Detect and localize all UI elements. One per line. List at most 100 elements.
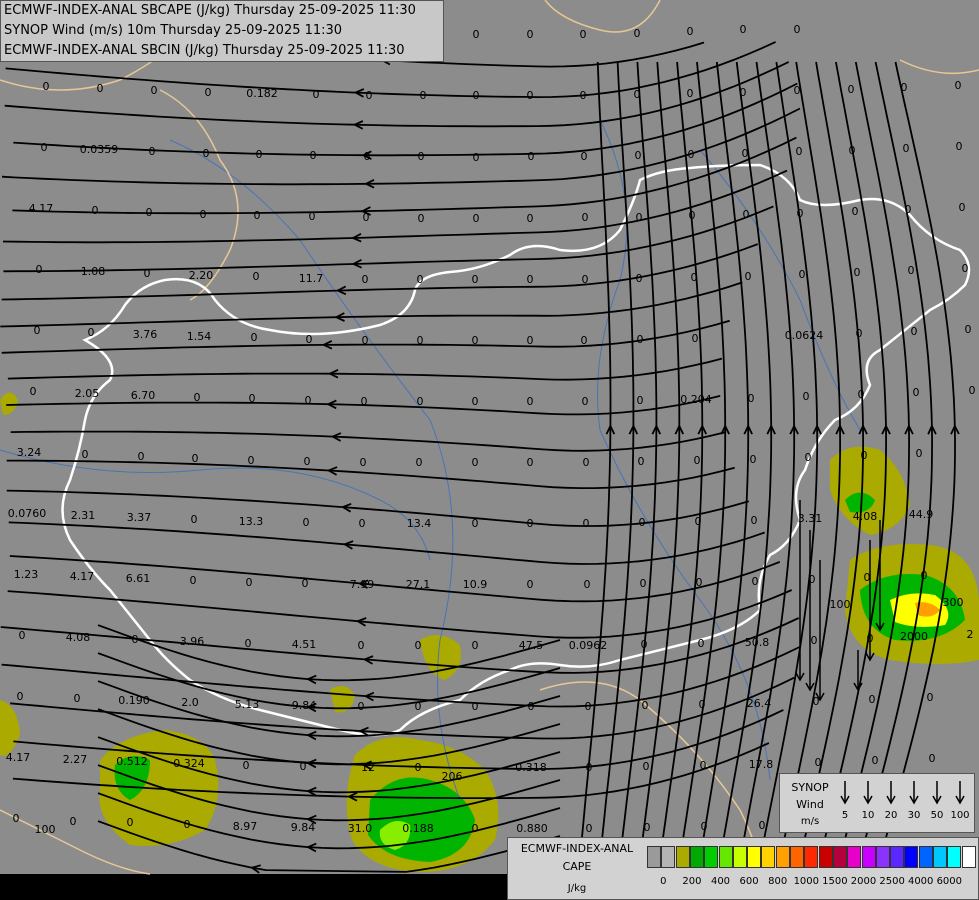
cape-value-label: 0: [527, 273, 534, 286]
cape-value-label: 0: [305, 394, 312, 407]
cape-value-label: 0: [309, 210, 316, 223]
cape-value-label: 0: [43, 80, 50, 93]
cape-value-label: 0: [691, 271, 698, 284]
cape-value-label: 0: [200, 208, 207, 221]
cape-value-label: 0: [583, 517, 590, 530]
cape-value-label: 0: [417, 395, 424, 408]
cape-value-label: 0: [472, 822, 479, 835]
cape-value-label: 0: [854, 266, 861, 279]
cape-value-label: 8.97: [233, 820, 258, 833]
cape-value-label: 0: [149, 145, 156, 158]
cape-value-label: 0: [473, 28, 480, 41]
cape-value-label: 0: [527, 89, 534, 102]
cape-value-label: 0: [418, 212, 425, 225]
cape-value-label: 0: [306, 333, 313, 346]
title-box: ECMWF-INDEX-ANAL SBCAPE (J/kg) Thursday …: [0, 0, 444, 62]
cape-tick-label: 2000: [850, 876, 877, 887]
cape-color-swatch: [704, 846, 719, 868]
cape-value-label: 0: [799, 268, 806, 281]
cape-value-label: 0: [205, 86, 212, 99]
cape-value-label: 0: [750, 453, 757, 466]
cape-value-label: 0: [472, 395, 479, 408]
cape-value-label: 7.99: [350, 578, 375, 591]
cape-value-label: 0: [364, 150, 371, 163]
cape-value-label: 2.0: [181, 696, 199, 709]
cape-value-label: 13.4: [407, 517, 432, 530]
cape-value-label: 0: [361, 395, 368, 408]
cape-value-label: 1.08: [81, 265, 106, 278]
cape-value-label: 0: [861, 449, 868, 462]
cape-value-label: 0: [302, 577, 309, 590]
cape-value-label: 31.0: [348, 822, 373, 835]
cape-color-swatch: [904, 846, 919, 868]
cape-value-label: 0: [359, 517, 366, 530]
cape-value-label: 0: [358, 700, 365, 713]
cape-value-label: 0: [911, 325, 918, 338]
cape-value-label: 0: [849, 144, 856, 157]
cape-value-label: 0: [869, 693, 876, 706]
wind-speed-label: 100: [950, 810, 970, 821]
cape-value-label: 0: [815, 756, 822, 769]
cape-value-label: 0: [580, 28, 587, 41]
cape-value-label: 0: [313, 88, 320, 101]
cape-value-label: 3.76: [133, 328, 158, 341]
cape-value-label: 0: [246, 576, 253, 589]
cape-value-label: 0.190: [118, 694, 150, 707]
cape-value-label: 0: [688, 148, 695, 161]
cape-value-label: 0: [856, 327, 863, 340]
cape-value-label: 4.17: [70, 570, 95, 583]
cape-value-label: 0: [473, 151, 480, 164]
cape-value-label: 0: [144, 267, 151, 280]
cape-value-label: 0: [417, 273, 424, 286]
cape-value-label: 3.24: [17, 446, 42, 459]
cape-value-label: 11.7: [299, 272, 324, 285]
cape-value-label: 0: [415, 700, 422, 713]
cape-value-label: 47.5: [519, 639, 544, 652]
cape-value-label: 5.13: [235, 698, 260, 711]
cape-value-label: 0: [192, 452, 199, 465]
cape-value-label: 0.512: [116, 755, 148, 768]
cape-value-label: 0: [636, 272, 643, 285]
cape-value-label: 0: [701, 820, 708, 833]
cape-value-label: 0: [70, 815, 77, 828]
cape-value-label: 2.20: [189, 269, 214, 282]
cape-value-label: 2: [967, 628, 974, 641]
cape-value-label: 0.0760: [8, 507, 47, 520]
cape-value-label: 0: [582, 273, 589, 286]
cape-value-label: 0: [245, 637, 252, 650]
cape-value-label: 0: [794, 23, 801, 36]
cape-value-label: 0: [638, 455, 645, 468]
cape-tick-label: 4000: [907, 876, 934, 887]
cape-value-label: 0: [695, 515, 702, 528]
cape-value-label: 0: [243, 759, 250, 772]
cape-value-label: 0: [852, 205, 859, 218]
cape-value-label: 6.70: [131, 389, 156, 402]
cape-value-label: 0: [699, 698, 706, 711]
cape-value-label: 0: [88, 326, 95, 339]
cape-value-label: 50.8: [745, 636, 770, 649]
cape-value-label: 206: [442, 770, 463, 783]
title-synop-wind: SYNOP Wind (m/s) 10m Thursday 25-09-2025…: [4, 23, 343, 38]
cape-value-label: 0.324: [173, 757, 205, 770]
cape-tick-label: 6000: [936, 876, 963, 887]
cape-value-label: 0: [634, 27, 641, 40]
cape-value-label: 0: [138, 450, 145, 463]
cape-value-label: 0: [527, 517, 534, 530]
cape-value-label: 0: [300, 760, 307, 773]
cape-value-label: 0: [858, 388, 865, 401]
cape-value-label: 0: [956, 140, 963, 153]
cape-value-label: 0: [472, 273, 479, 286]
cape-legend-subtitle: CAPE: [562, 860, 592, 873]
cape-value-label: 0: [698, 637, 705, 650]
title-sbcape: ECMWF-INDEX-ANAL SBCAPE (J/kg) Thursday …: [4, 3, 416, 18]
cape-color-swatch: [661, 846, 676, 868]
cape-value-label: 0: [689, 209, 696, 222]
cape-value-label: 0: [184, 818, 191, 831]
cape-value-label: 100: [830, 598, 851, 611]
cape-value-label: 0: [643, 760, 650, 773]
cape-color-swatch: [804, 846, 819, 868]
cape-value-label: 0: [927, 691, 934, 704]
cape-value-label: 0: [472, 517, 479, 530]
cape-value-label: 4.08: [66, 631, 91, 644]
cape-value-label: 0: [637, 394, 644, 407]
